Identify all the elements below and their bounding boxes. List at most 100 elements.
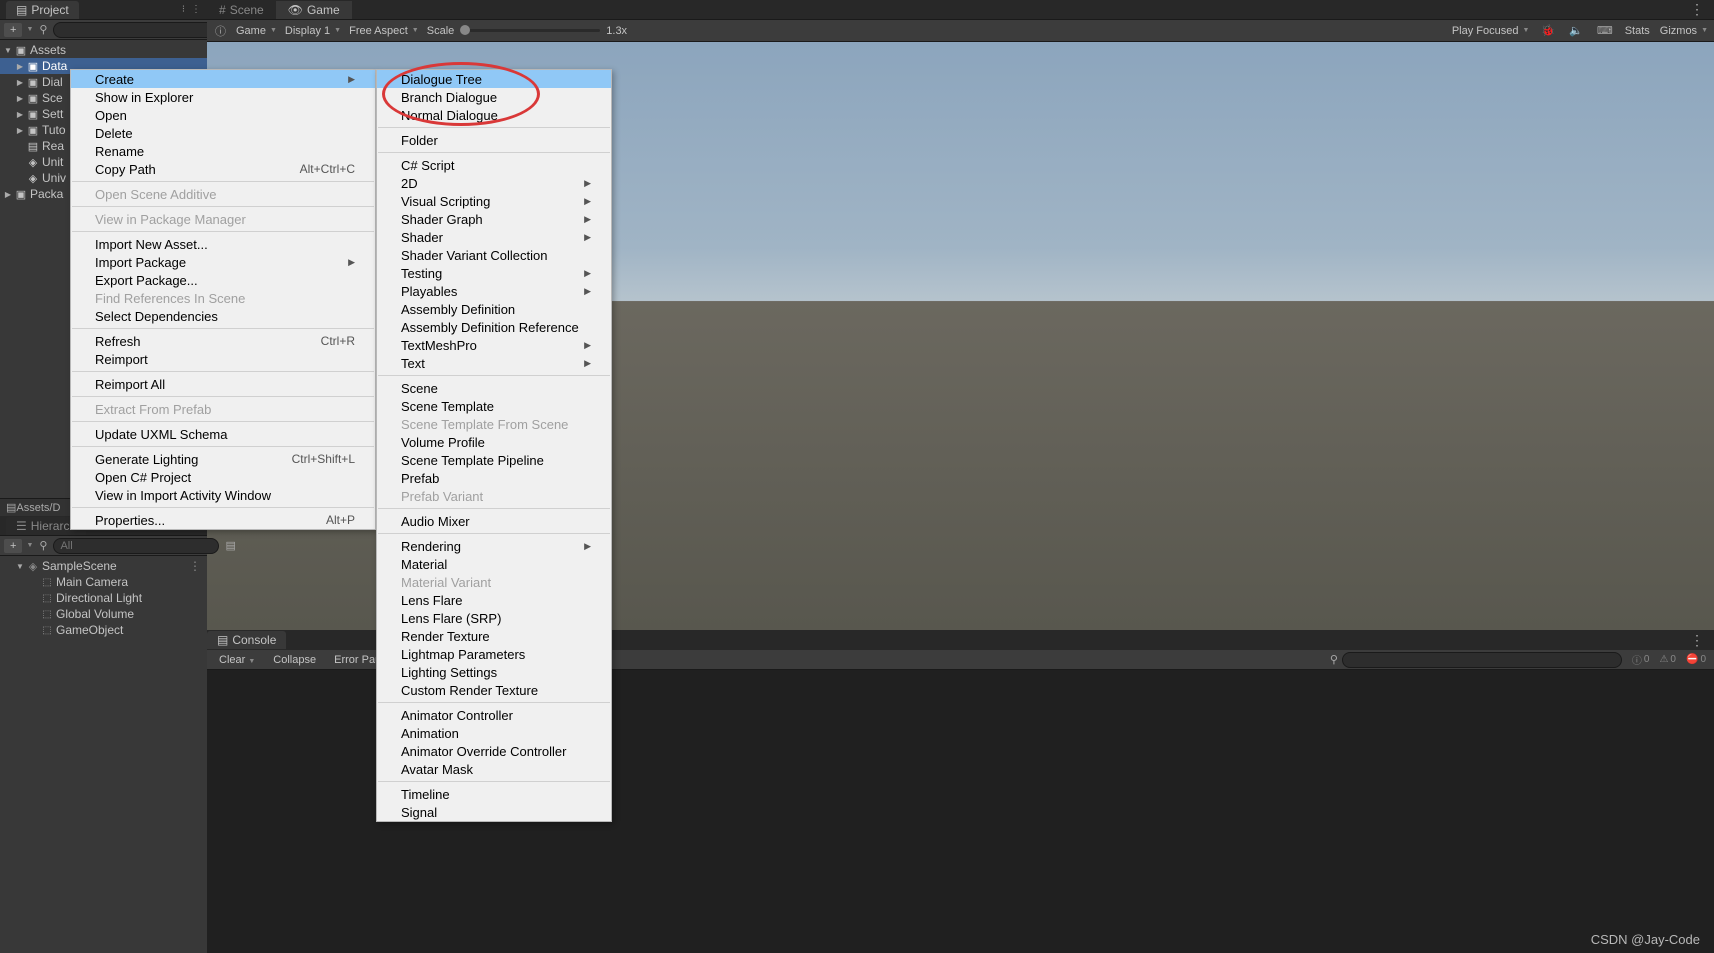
aspect-dropdown[interactable]: Free Aspect ▼ — [349, 25, 419, 37]
tree-arrow-icon[interactable]: ▼ — [14, 562, 26, 571]
keyboard-icon[interactable]: ⌨ — [1595, 24, 1615, 37]
collapse-button[interactable]: Collapse — [265, 652, 324, 668]
menu-item-text[interactable]: Text▶ — [377, 354, 611, 372]
hierarchy-item-directional-light[interactable]: Directional Light — [0, 590, 207, 606]
menu-item-shader[interactable]: Shader▶ — [377, 228, 611, 246]
menu-item-audio-mixer[interactable]: Audio Mixer — [377, 512, 611, 530]
project-search-input[interactable] — [53, 22, 219, 38]
tree-arrow-icon[interactable]: ▼ — [2, 46, 14, 55]
mute-icon[interactable]: 🔈 — [1567, 24, 1585, 37]
menu-item-timeline[interactable]: Timeline — [377, 785, 611, 803]
menu-item-delete[interactable]: Delete — [71, 124, 375, 142]
menu-item-view-in-import-activity-window[interactable]: View in Import Activity Window — [71, 486, 375, 504]
hierarchy-search-input[interactable] — [53, 538, 219, 554]
menu-item-import-new-asset-[interactable]: Import New Asset... — [71, 235, 375, 253]
menu-item-custom-render-texture[interactable]: Custom Render Texture — [377, 681, 611, 699]
hierarchy-item-global-volume[interactable]: Global Volume — [0, 606, 207, 622]
menu-item-export-package-[interactable]: Export Package... — [71, 271, 375, 289]
warn-count[interactable]: ⚠0 — [1655, 652, 1680, 667]
kebab-icon[interactable]: ⋮ — [1680, 632, 1714, 649]
scale-track[interactable] — [460, 29, 600, 32]
menu-item-visual-scripting[interactable]: Visual Scripting▶ — [377, 192, 611, 210]
menu-item-scene-template-pipeline[interactable]: Scene Template Pipeline — [377, 451, 611, 469]
menu-item-create[interactable]: Create▶ — [71, 70, 375, 88]
kebab-icon[interactable]: ⋮ — [189, 559, 205, 573]
menu-item-open[interactable]: Open — [71, 106, 375, 124]
menu-item-folder[interactable]: Folder — [377, 131, 611, 149]
tree-item-assets[interactable]: ▼▣Assets — [0, 42, 207, 58]
tree-arrow-icon[interactable]: ▶ — [14, 94, 26, 103]
add-button[interactable]: + — [4, 23, 22, 37]
display-dropdown[interactable]: Display 1 ▼ — [285, 25, 341, 37]
filter-icon[interactable]: ▤ — [223, 539, 237, 552]
menu-item-refresh[interactable]: RefreshCtrl+R — [71, 332, 375, 350]
menu-item-material[interactable]: Material — [377, 555, 611, 573]
tree-arrow-icon[interactable]: ▶ — [14, 78, 26, 87]
menu-item-generate-lighting[interactable]: Generate LightingCtrl+Shift+L — [71, 450, 375, 468]
play-focused-dropdown[interactable]: Play Focused ▼ — [1452, 25, 1530, 37]
menu-item-copy-path[interactable]: Copy PathAlt+Ctrl+C — [71, 160, 375, 178]
menu-item-scene-template[interactable]: Scene Template — [377, 397, 611, 415]
menu-item-animator-override-controller[interactable]: Animator Override Controller — [377, 742, 611, 760]
menu-item-properties-[interactable]: Properties...Alt+P — [71, 511, 375, 529]
menu-item-signal[interactable]: Signal — [377, 803, 611, 821]
tree-arrow-icon[interactable]: ▶ — [14, 110, 26, 119]
menu-item-dialogue-tree[interactable]: Dialogue Tree — [377, 70, 611, 88]
scene-tab[interactable]: # Scene — [207, 1, 276, 19]
game-mode-dropdown[interactable]: Game ▼ — [236, 25, 277, 37]
menu-item-rendering[interactable]: Rendering▶ — [377, 537, 611, 555]
hierarchy-item-gameobject[interactable]: GameObject — [0, 622, 207, 638]
console-search-input[interactable] — [1342, 652, 1622, 668]
menu-item-c-script[interactable]: C# Script — [377, 156, 611, 174]
menu-item-prefab[interactable]: Prefab — [377, 469, 611, 487]
menu-item-reimport-all[interactable]: Reimport All — [71, 375, 375, 393]
tree-arrow-icon[interactable]: ▶ — [14, 126, 26, 135]
menu-item-lighting-settings[interactable]: Lighting Settings — [377, 663, 611, 681]
chevron-down-icon[interactable]: ▼ — [26, 26, 33, 33]
chevron-down-icon[interactable]: ▼ — [26, 542, 33, 549]
menu-item-shader-graph[interactable]: Shader Graph▶ — [377, 210, 611, 228]
info-icon[interactable]: ⓘ — [213, 23, 228, 39]
lock-icon[interactable]: ⁝ — [182, 4, 185, 15]
tree-arrow-icon[interactable]: ▶ — [2, 190, 14, 199]
menu-item-testing[interactable]: Testing▶ — [377, 264, 611, 282]
scale-thumb[interactable] — [460, 25, 470, 35]
menu-item-textmeshpro[interactable]: TextMeshPro▶ — [377, 336, 611, 354]
menu-item-2d[interactable]: 2D▶ — [377, 174, 611, 192]
menu-item-render-texture[interactable]: Render Texture — [377, 627, 611, 645]
clear-button[interactable]: Clear ▼ — [211, 652, 263, 668]
scale-slider[interactable]: Scale 1.3x — [427, 25, 627, 37]
menu-item-scene[interactable]: Scene — [377, 379, 611, 397]
menu-item-rename[interactable]: Rename — [71, 142, 375, 160]
bug-icon[interactable]: 🐞 — [1539, 24, 1557, 37]
add-button[interactable]: + — [4, 539, 22, 553]
menu-item-volume-profile[interactable]: Volume Profile — [377, 433, 611, 451]
menu-item-show-in-explorer[interactable]: Show in Explorer — [71, 88, 375, 106]
menu-item-avatar-mask[interactable]: Avatar Mask — [377, 760, 611, 778]
menu-item-import-package[interactable]: Import Package▶ — [71, 253, 375, 271]
hierarchy-item-main-camera[interactable]: Main Camera — [0, 574, 207, 590]
menu-item-branch-dialogue[interactable]: Branch Dialogue — [377, 88, 611, 106]
scene-row[interactable]: ▼SampleScene⋮ — [0, 558, 207, 574]
game-tab[interactable]: 👁 Game — [276, 1, 352, 19]
project-tab[interactable]: ▤ Project — [6, 1, 79, 19]
menu-item-assembly-definition[interactable]: Assembly Definition — [377, 300, 611, 318]
menu-item-lens-flare[interactable]: Lens Flare — [377, 591, 611, 609]
menu-item-reimport[interactable]: Reimport — [71, 350, 375, 368]
tree-arrow-icon[interactable]: ▶ — [14, 62, 26, 71]
menu-item-lightmap-parameters[interactable]: Lightmap Parameters — [377, 645, 611, 663]
menu-item-animation[interactable]: Animation — [377, 724, 611, 742]
menu-item-lens-flare-srp-[interactable]: Lens Flare (SRP) — [377, 609, 611, 627]
kebab-icon[interactable]: ⋮ — [1680, 1, 1714, 18]
kebab-icon[interactable]: ⋮ — [191, 4, 201, 15]
menu-item-shader-variant-collection[interactable]: Shader Variant Collection — [377, 246, 611, 264]
menu-item-animator-controller[interactable]: Animator Controller — [377, 706, 611, 724]
menu-item-select-dependencies[interactable]: Select Dependencies — [71, 307, 375, 325]
menu-item-open-c-project[interactable]: Open C# Project — [71, 468, 375, 486]
console-tab[interactable]: ▤ Console — [207, 631, 286, 649]
info-count[interactable]: ⓘ0 — [1628, 652, 1654, 667]
error-count[interactable]: ⛔0 — [1682, 652, 1710, 667]
menu-item-normal-dialogue[interactable]: Normal Dialogue — [377, 106, 611, 124]
stats-toggle[interactable]: Stats — [1625, 25, 1650, 37]
menu-item-playables[interactable]: Playables▶ — [377, 282, 611, 300]
